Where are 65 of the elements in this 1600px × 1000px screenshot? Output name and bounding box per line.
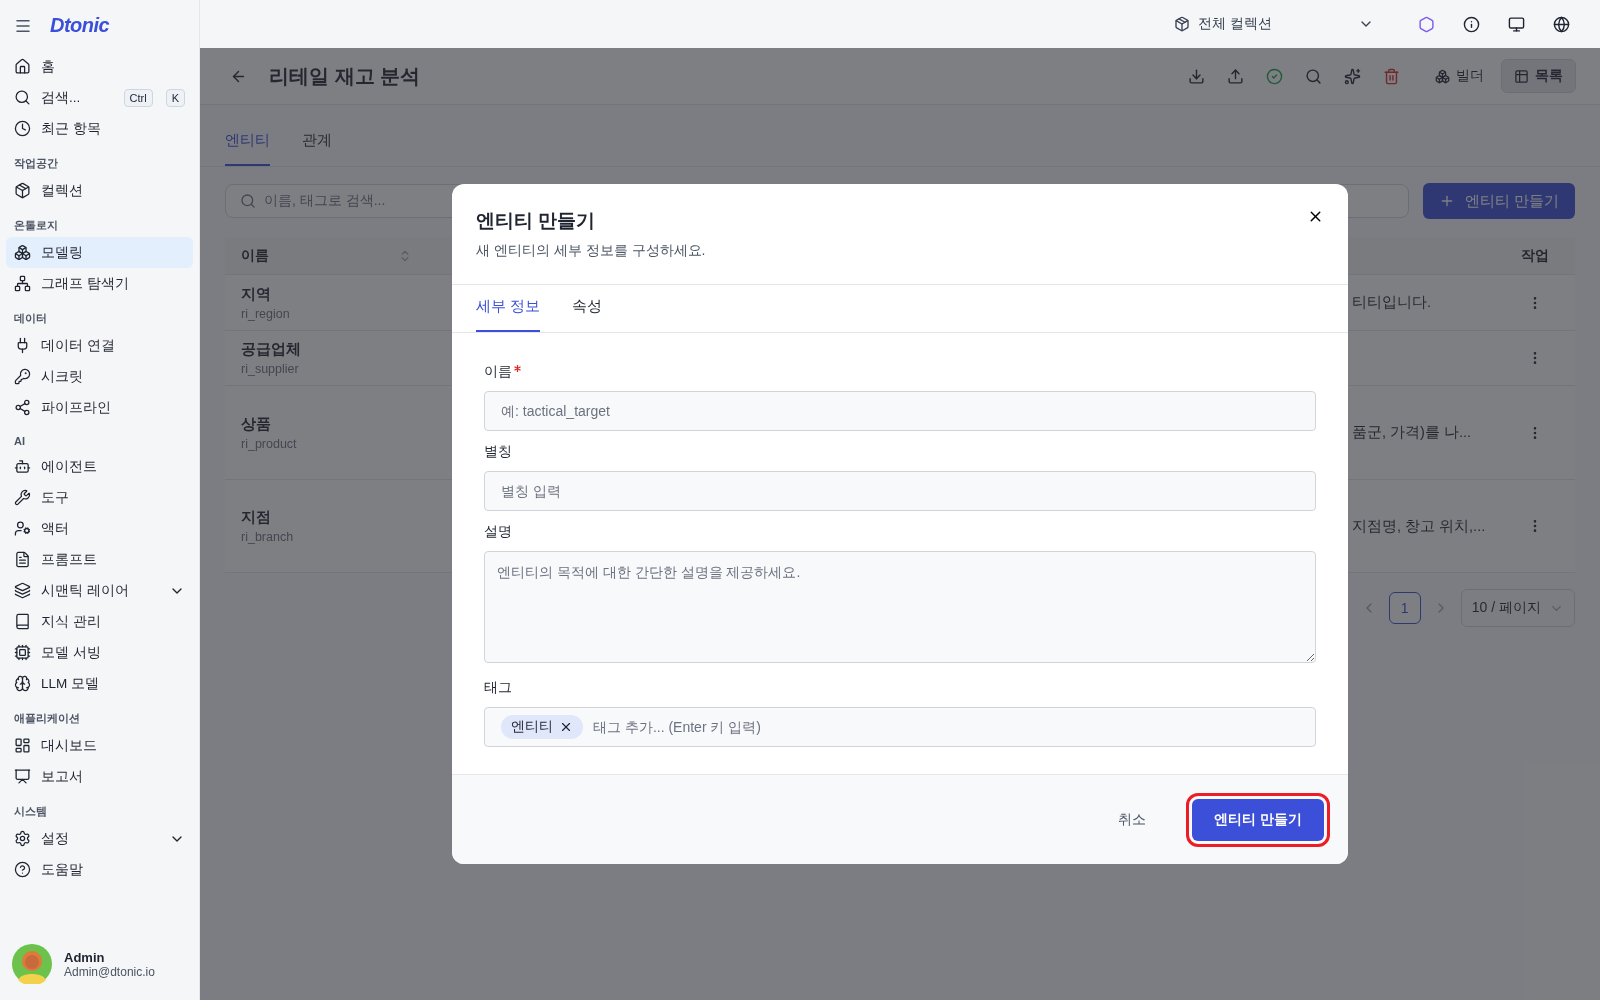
section-title: 데이터 [13, 311, 48, 326]
user-name: Admin [64, 949, 106, 965]
description-cell-text: 티티입니다. [1352, 293, 1433, 312]
sidebar-item[interactable]: 시맨틱 레이어 [6, 575, 193, 606]
sidebar-item[interactable]: 파이프라인 [6, 392, 193, 423]
sidebar-item[interactable]: 에이전트 [6, 451, 193, 482]
entity-code: ri_supplier [241, 362, 300, 376]
section-title: 작업공간 [13, 156, 59, 171]
tab[interactable]: 세부 정보 [476, 285, 541, 332]
section-title: AI [13, 434, 26, 449]
logo[interactable]: Dtonic [50, 14, 110, 37]
entity-name: 상품 [241, 414, 272, 434]
section-title: 애플리케이션 [13, 711, 81, 726]
sidebar-item[interactable]: 도움말 [6, 854, 193, 885]
sidebar-item[interactable]: 지식 관리 [6, 606, 193, 637]
field-label: 태그 [484, 679, 512, 697]
sidebar-item[interactable]: 설정 [6, 823, 193, 854]
sidebar-item[interactable]: 보고서 [6, 761, 193, 792]
cancel-button[interactable]: 취소 [1112, 809, 1153, 830]
sidebar-item[interactable]: 프롬프트 [6, 544, 193, 575]
sidebar-item[interactable]: 검색... Ctrl K [6, 82, 193, 113]
column-header: 작업 [1521, 246, 1549, 265]
sidebar-item[interactable]: 모델 서빙 [6, 637, 193, 668]
textarea-field[interactable]: 엔티티의 목적에 대한 간단한 설명을 제공하세요. [484, 551, 1316, 663]
sidebar-item[interactable]: 모델링 [6, 237, 193, 268]
entity-name: 지역 [241, 284, 272, 304]
sidebar-item[interactable]: LLM 모델 [6, 668, 193, 699]
user-email: Admin@dtonic.io [64, 964, 155, 979]
view-toggle[interactable]: 빌더 [1422, 59, 1497, 93]
dialog-subtitle: 새 엔티티의 세부 정보를 구성하세요. [476, 242, 707, 260]
dialog-title: 엔티티 만들기 [476, 209, 597, 233]
tab[interactable]: 속성 [572, 285, 603, 332]
entity-code: ri_branch [241, 530, 295, 544]
field-label: 설명 [484, 523, 512, 541]
section-title: 시스템 [13, 804, 48, 819]
input-field[interactable]: 예: tactical_target [484, 391, 1316, 431]
sidebar-item[interactable]: 데이터 연결 [6, 330, 193, 361]
sidebar-item[interactable]: 시크릿 [6, 361, 193, 392]
entity-code: ri_region [241, 306, 291, 321]
page-size-select[interactable]: 10 / 페이지 [1460, 589, 1575, 627]
collection-select[interactable]: 전체 컬렉션 [1174, 15, 1374, 33]
description-cell-text: 지점명, 창고 위치,... [1352, 516, 1487, 536]
sidebar-item[interactable]: 그래프 탐색기 [6, 268, 193, 299]
entity-code: ri_product [241, 436, 298, 451]
shortcut-key: Ctrl [123, 88, 153, 107]
shortcut-key: K [165, 88, 185, 107]
sidebar-item[interactable]: 액터 [6, 513, 193, 544]
tag-input[interactable]: 태그 추가... (Enter 키 입력) [591, 718, 1299, 736]
page-title: 리테일 재고 분석 [269, 63, 422, 89]
field-label: 이름 [484, 363, 512, 381]
tab[interactable]: 관계 [302, 119, 332, 166]
sidebar-item[interactable]: 대시보드 [6, 730, 193, 761]
sidebar-item[interactable]: 컬렉션 [6, 175, 193, 206]
column-header: 이름 [241, 246, 269, 265]
input-field[interactable]: 별칭 입력 [484, 471, 1316, 511]
tag-chip: 엔티티 [501, 715, 583, 739]
description-cell-text: 품군, 가격)를 나... [1352, 423, 1472, 442]
entity-name: 지점 [241, 508, 272, 527]
sidebar-item[interactable]: 도구 [6, 482, 193, 513]
sidebar-item[interactable]: 홈 [6, 51, 193, 82]
tag-field[interactable]: 엔티티 태그 추가... (Enter 키 입력) [484, 707, 1316, 747]
entity-name: 공급업체 [241, 340, 302, 359]
field-label: 별칭 [484, 443, 512, 461]
sidebar-item[interactable]: 최근 항목 [6, 113, 193, 144]
section-title: 온톨로지 [13, 218, 59, 233]
